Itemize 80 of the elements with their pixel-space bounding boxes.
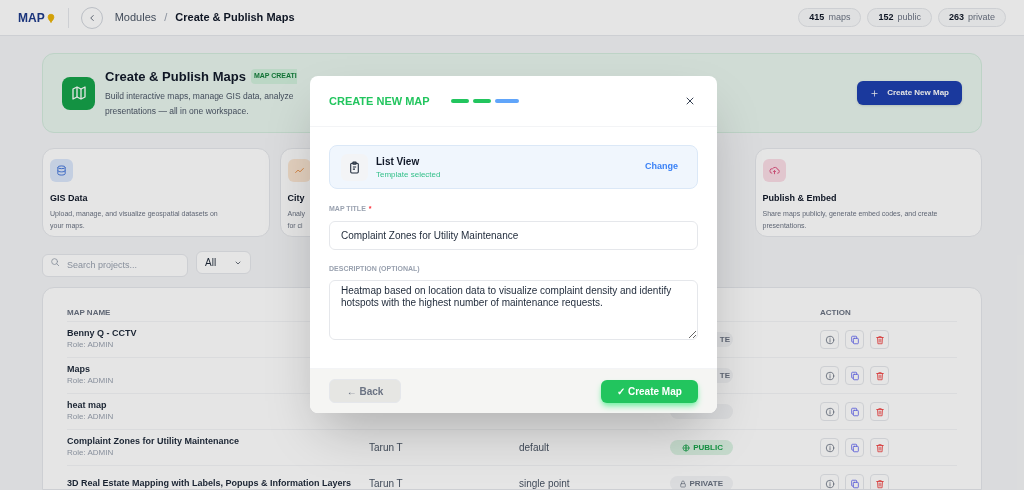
delete-button[interactable] — [870, 366, 889, 385]
breadcrumb-separator: / — [164, 10, 168, 26]
info-button[interactable] — [820, 438, 839, 457]
stat-pill: 415 maps — [798, 8, 862, 27]
plus-icon — [870, 88, 880, 98]
map-name: Benny Q - CCTV — [67, 328, 137, 339]
map-name: Maps — [67, 364, 90, 375]
type-cell-text: default — [519, 441, 551, 455]
cloud-upload-icon — [762, 159, 786, 182]
copy-icon — [849, 442, 860, 453]
role-label: Role: ADMIN — [67, 411, 115, 423]
dialog-title: CREATE NEW MAP — [329, 93, 430, 109]
page-description: Build interactive maps, manage GIS data, analyze presentations — all in one workspace. — [105, 90, 294, 119]
globe-icon — [682, 443, 691, 452]
owner-cell-text: Tarun T — [369, 477, 404, 489]
lock-icon — [678, 479, 687, 488]
template-name: List View — [376, 154, 421, 169]
info-icon — [824, 370, 835, 381]
search-field[interactable]: Search projects... — [42, 253, 188, 277]
type-cell-text: single point — [519, 477, 571, 489]
breadcrumb-current: Create & Publish Maps — [175, 10, 295, 26]
private-badge: PRIVATE — [670, 476, 733, 489]
delete-button[interactable] — [870, 474, 889, 489]
copy-icon — [849, 406, 860, 417]
duplicate-button[interactable] — [845, 438, 864, 457]
info-button[interactable] — [820, 474, 839, 489]
map-name: heat map — [67, 400, 107, 411]
role-label: Role: ADMIN — [67, 375, 115, 387]
trash-icon — [874, 442, 885, 453]
feature-title: Publish & Embed — [762, 192, 837, 205]
clipboard-icon — [341, 153, 368, 181]
trash-icon — [874, 334, 885, 345]
template-status: Template selected — [376, 168, 441, 181]
trash-icon — [874, 370, 885, 381]
trash-icon — [874, 478, 885, 489]
delete-button[interactable] — [870, 402, 889, 421]
trend-line-icon — [287, 159, 311, 182]
column-header: MAP NAME — [67, 306, 112, 319]
copy-icon — [849, 370, 860, 381]
duplicate-button[interactable] — [845, 402, 864, 421]
info-icon — [824, 406, 835, 417]
info-icon — [824, 442, 835, 453]
create-new-map-button[interactable]: Create New Map — [857, 81, 962, 105]
trash-icon — [874, 406, 885, 417]
description-input[interactable]: Heatmap based on location data to visualize complaint density and identify hotspots with the highest number of maintenance requests. — [329, 280, 698, 340]
pin-icon — [45, 11, 56, 24]
map-name: Complaint Zones for Utility Maintenance — [67, 436, 239, 447]
role-label: Role: ADMIN — [67, 447, 115, 459]
back-button[interactable]: ← Back — [329, 379, 401, 403]
close-icon — [684, 95, 696, 107]
public-badge: PUBLIC — [670, 440, 733, 455]
search-icon — [50, 257, 60, 267]
change-link[interactable]: Change — [645, 160, 678, 174]
owner-cell-text: Tarun T — [369, 441, 404, 455]
feature-title: GIS Data — [50, 192, 88, 205]
copy-icon — [849, 478, 860, 489]
info-button[interactable] — [820, 366, 839, 385]
map-name: 3D Real Estate Mapping with Labels, Popups & Information Layers — [67, 478, 352, 489]
breadcrumb-link[interactable]: Modules — [114, 9, 157, 26]
title-input[interactable]: Complaint Zones for Utility Maintenance — [329, 220, 698, 250]
info-button[interactable] — [820, 330, 839, 349]
delete-button[interactable] — [870, 330, 889, 349]
info-icon — [824, 334, 835, 345]
duplicate-button[interactable] — [845, 366, 864, 385]
stat-pill: 152 public — [867, 8, 932, 27]
database-icon — [50, 159, 73, 182]
delete-button[interactable] — [870, 438, 889, 457]
filter-dropdown[interactable]: All — [196, 251, 251, 274]
info-button[interactable] — [820, 402, 839, 421]
role-label: Role: ADMIN — [67, 339, 115, 351]
logo-text: MAP — [18, 9, 45, 27]
duplicate-button[interactable] — [845, 474, 864, 489]
map-icon — [62, 76, 95, 110]
column-header: ACTION — [820, 306, 852, 319]
info-icon — [824, 478, 835, 489]
stat-pill: 263 private — [937, 8, 1006, 27]
copy-icon — [849, 334, 860, 345]
page-title: Create & Publish Maps — [105, 67, 246, 86]
duplicate-button[interactable] — [845, 330, 864, 349]
feature-title: City — [287, 192, 305, 205]
